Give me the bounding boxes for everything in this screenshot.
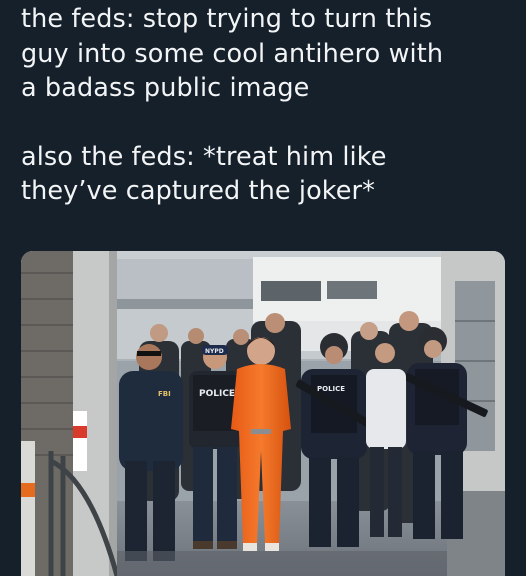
vest-label: POLICE [199, 389, 235, 399]
caption-line: they’ve captured the joker* [21, 176, 375, 206]
caption-gap [21, 106, 521, 140]
pillar-shadow [109, 251, 117, 576]
svg-text:FBI: FBI [158, 390, 171, 398]
news-photo[interactable]: FBI POLICE NYPD POLICE [21, 251, 505, 576]
cap-label: NYPD [205, 348, 224, 355]
meme-caption: the feds: stop trying to turn this guy i… [21, 2, 521, 209]
caption-line: guy into some cool antihero with [21, 38, 444, 69]
caption-line: a badass public image [21, 73, 310, 103]
photo-illustration: FBI POLICE NYPD POLICE [21, 251, 505, 576]
ground-shadow [117, 551, 447, 576]
caption-line: the feds: stop trying to turn this [21, 4, 433, 34]
svg-text:POLICE: POLICE [317, 385, 345, 393]
caption-line: also the feds: *treat him like [21, 141, 387, 172]
bollard [21, 441, 35, 576]
